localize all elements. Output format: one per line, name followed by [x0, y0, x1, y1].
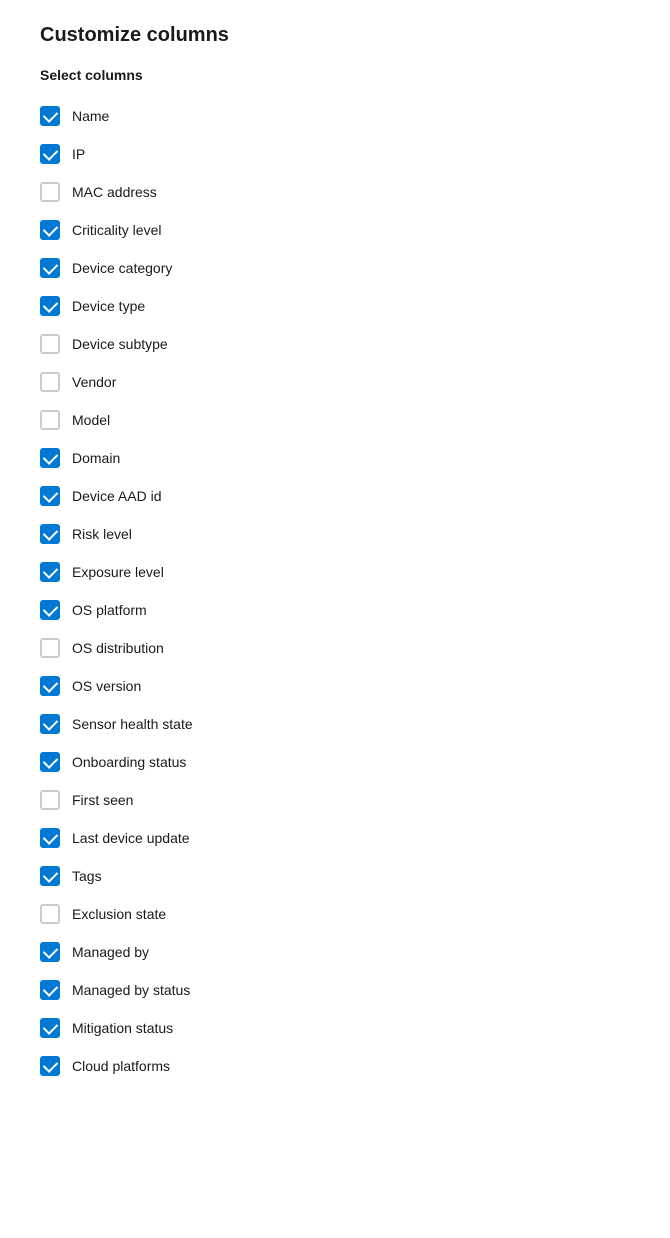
checkbox-name[interactable] [40, 106, 60, 126]
checkbox-device-category[interactable] [40, 258, 60, 278]
column-list: Name IP MAC address Criticality level Device… [40, 97, 630, 1085]
column-label-first-seen: First seen [72, 792, 133, 808]
checkbox-mitigation-status[interactable] [40, 1018, 60, 1038]
column-label-onboarding-status: Onboarding status [72, 754, 186, 770]
column-item-domain[interactable]: Domain [40, 439, 630, 477]
column-item-ip[interactable]: IP [40, 135, 630, 173]
column-item-managed-by[interactable]: Managed by [40, 933, 630, 971]
column-item-mac-address[interactable]: MAC address [40, 173, 630, 211]
column-label-os-distribution: OS distribution [72, 640, 164, 656]
checkbox-device-subtype[interactable] [40, 334, 60, 354]
column-item-last-device-update[interactable]: Last device update [40, 819, 630, 857]
column-item-vendor[interactable]: Vendor [40, 363, 630, 401]
checkbox-ip[interactable] [40, 144, 60, 164]
column-item-tags[interactable]: Tags [40, 857, 630, 895]
column-label-last-device-update: Last device update [72, 830, 190, 846]
column-item-device-type[interactable]: Device type [40, 287, 630, 325]
checkbox-criticality-level[interactable] [40, 220, 60, 240]
column-item-first-seen[interactable]: First seen [40, 781, 630, 819]
checkbox-os-version[interactable] [40, 676, 60, 696]
column-label-device-type: Device type [72, 298, 145, 314]
checkbox-mac-address[interactable] [40, 182, 60, 202]
column-label-os-platform: OS platform [72, 602, 147, 618]
checkbox-device-aad-id[interactable] [40, 486, 60, 506]
column-label-domain: Domain [72, 450, 120, 466]
checkbox-risk-level[interactable] [40, 524, 60, 544]
checkbox-exposure-level[interactable] [40, 562, 60, 582]
checkbox-sensor-health-state[interactable] [40, 714, 60, 734]
checkbox-vendor[interactable] [40, 372, 60, 392]
column-item-os-distribution[interactable]: OS distribution [40, 629, 630, 667]
checkbox-last-device-update[interactable] [40, 828, 60, 848]
column-label-mac-address: MAC address [72, 184, 157, 200]
column-label-exclusion-state: Exclusion state [72, 906, 166, 922]
column-label-risk-level: Risk level [72, 526, 132, 542]
column-item-os-version[interactable]: OS version [40, 667, 630, 705]
checkbox-first-seen[interactable] [40, 790, 60, 810]
checkbox-managed-by-status[interactable] [40, 980, 60, 1000]
column-item-cloud-platforms[interactable]: Cloud platforms [40, 1047, 630, 1085]
checkbox-onboarding-status[interactable] [40, 752, 60, 772]
column-label-criticality-level: Criticality level [72, 222, 161, 238]
column-label-managed-by: Managed by [72, 944, 149, 960]
column-label-mitigation-status: Mitigation status [72, 1020, 173, 1036]
column-label-sensor-health-state: Sensor health state [72, 716, 193, 732]
column-label-os-version: OS version [72, 678, 141, 694]
checkbox-os-platform[interactable] [40, 600, 60, 620]
column-item-risk-level[interactable]: Risk level [40, 515, 630, 553]
column-item-device-category[interactable]: Device category [40, 249, 630, 287]
checkbox-os-distribution[interactable] [40, 638, 60, 658]
column-label-tags: Tags [72, 868, 102, 884]
page-title: Customize columns [40, 24, 630, 47]
column-label-managed-by-status: Managed by status [72, 982, 190, 998]
column-label-exposure-level: Exposure level [72, 564, 164, 580]
column-label-vendor: Vendor [72, 374, 116, 390]
checkbox-tags[interactable] [40, 866, 60, 886]
checkbox-managed-by[interactable] [40, 942, 60, 962]
column-item-exposure-level[interactable]: Exposure level [40, 553, 630, 591]
column-item-managed-by-status[interactable]: Managed by status [40, 971, 630, 1009]
section-label: Select columns [40, 67, 630, 83]
column-item-name[interactable]: Name [40, 97, 630, 135]
column-item-criticality-level[interactable]: Criticality level [40, 211, 630, 249]
checkbox-domain[interactable] [40, 448, 60, 468]
column-label-ip: IP [72, 146, 85, 162]
column-label-device-category: Device category [72, 260, 172, 276]
column-item-exclusion-state[interactable]: Exclusion state [40, 895, 630, 933]
checkbox-cloud-platforms[interactable] [40, 1056, 60, 1076]
column-label-device-aad-id: Device AAD id [72, 488, 161, 504]
column-label-device-subtype: Device subtype [72, 336, 168, 352]
column-label-name: Name [72, 108, 109, 124]
column-item-os-platform[interactable]: OS platform [40, 591, 630, 629]
column-item-device-subtype[interactable]: Device subtype [40, 325, 630, 363]
column-item-sensor-health-state[interactable]: Sensor health state [40, 705, 630, 743]
column-item-mitigation-status[interactable]: Mitigation status [40, 1009, 630, 1047]
column-item-onboarding-status[interactable]: Onboarding status [40, 743, 630, 781]
column-item-model[interactable]: Model [40, 401, 630, 439]
column-label-cloud-platforms: Cloud platforms [72, 1058, 170, 1074]
checkbox-device-type[interactable] [40, 296, 60, 316]
column-label-model: Model [72, 412, 110, 428]
checkbox-model[interactable] [40, 410, 60, 430]
checkbox-exclusion-state[interactable] [40, 904, 60, 924]
column-item-device-aad-id[interactable]: Device AAD id [40, 477, 630, 515]
